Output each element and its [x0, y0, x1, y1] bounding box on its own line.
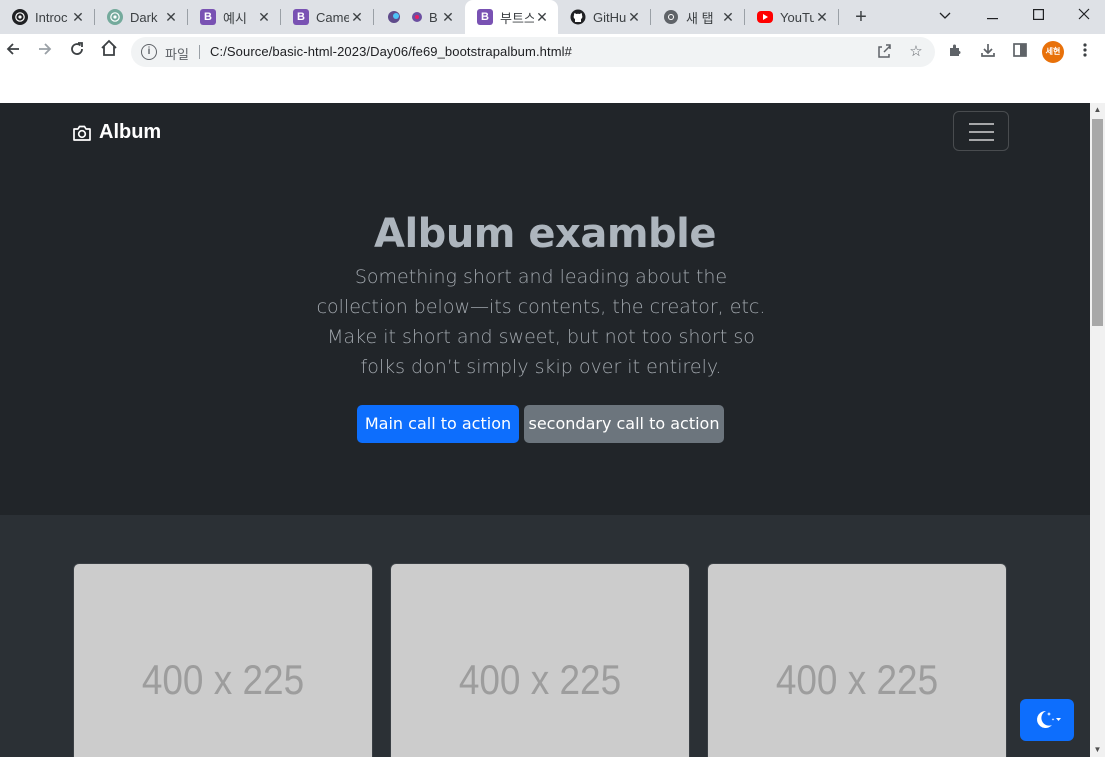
- thumbnail-placeholder: 400 x 225: [458, 656, 622, 703]
- close-icon[interactable]: ✕: [349, 9, 365, 26]
- scroll-down-arrow-icon[interactable]: ▼: [1090, 743, 1105, 757]
- hamburger-icon: [969, 123, 994, 125]
- theme-toggle-button[interactable]: [1020, 699, 1074, 741]
- hero-lead: Something short and leading about the co…: [316, 266, 766, 378]
- tab-strip: Introc ✕ Dark ✕ B 예시 ✕ B Came ✕ B ✕ B 부트…: [0, 0, 1105, 34]
- close-icon[interactable]: ✕: [814, 9, 830, 26]
- tab-came[interactable]: B Came ✕: [281, 0, 373, 34]
- github-icon: [570, 9, 586, 25]
- minimize-icon[interactable]: [969, 0, 1015, 34]
- secondary-cta-button[interactable]: secondary call to action: [524, 405, 724, 443]
- close-icon[interactable]: ✕: [256, 9, 272, 26]
- tab-github[interactable]: GitHu ✕: [558, 0, 650, 34]
- maximize-icon[interactable]: [1015, 0, 1061, 34]
- camera-icon: [73, 125, 91, 141]
- tab-title: Introc: [35, 9, 68, 25]
- tab-title: YouTu: [780, 9, 814, 25]
- album-section: 400 x 225 400 x 225 400 x 225: [0, 515, 1090, 757]
- tab-youtube[interactable]: YouTu ✕: [745, 0, 838, 34]
- tab-title: Came: [316, 9, 349, 25]
- tab-title: B: [429, 9, 438, 25]
- close-icon[interactable]: ✕: [626, 9, 642, 26]
- window-close-icon[interactable]: [1061, 0, 1105, 34]
- star-icon[interactable]: ☆: [907, 43, 925, 61]
- chatgpt-icon: [107, 9, 123, 25]
- page-scrollbar[interactable]: ▲ ▼: [1090, 103, 1105, 757]
- forward-arrow-icon[interactable]: [32, 39, 58, 65]
- tab-example[interactable]: B 예시 ✕: [188, 0, 280, 34]
- browser-toolbar: i 파일 C:/Source/basic-html-2023/Day06/fe6…: [0, 34, 1105, 70]
- extension-icon-2: [409, 9, 425, 25]
- close-icon[interactable]: ✕: [720, 9, 736, 26]
- tab-new-tab[interactable]: 새 탭 ✕: [651, 0, 744, 34]
- side-panel-icon[interactable]: [1010, 42, 1030, 62]
- tab-introc[interactable]: Introc ✕: [0, 0, 94, 34]
- close-icon[interactable]: ✕: [70, 9, 86, 26]
- youtube-icon: [757, 11, 773, 23]
- close-icon[interactable]: ✕: [163, 9, 179, 26]
- download-icon[interactable]: [978, 42, 998, 62]
- hero-section: Album examble Something short and leadin…: [0, 161, 1090, 515]
- extensions-puzzle-icon[interactable]: [946, 42, 966, 62]
- address-bar[interactable]: i 파일 C:/Source/basic-html-2023/Day06/fe6…: [131, 37, 935, 67]
- thumbnail-placeholder: 400 x 225: [141, 656, 305, 703]
- tab-title: GitHu: [593, 9, 626, 25]
- scroll-thumb[interactable]: [1092, 119, 1103, 326]
- close-icon[interactable]: ✕: [534, 9, 550, 26]
- close-icon[interactable]: ✕: [440, 9, 456, 26]
- url-text[interactable]: C:/Source/basic-html-2023/Day06/fe69_boo…: [210, 44, 572, 59]
- tab-title: Dark: [130, 9, 158, 25]
- chatgpt-icon: [12, 9, 28, 25]
- tab-dark[interactable]: Dark ✕: [95, 0, 187, 34]
- album-card: 400 x 225: [390, 563, 690, 757]
- hero-title: Album examble: [374, 211, 716, 257]
- bootstrap-icon: B: [477, 9, 493, 25]
- page-viewport: Album Album examble Something short and …: [0, 103, 1090, 757]
- tab-bootstrap-active[interactable]: B 부트스 ✕: [465, 0, 558, 34]
- tab-title: 예시: [223, 10, 247, 26]
- home-icon[interactable]: [96, 39, 122, 65]
- main-cta-button[interactable]: Main call to action: [357, 405, 519, 443]
- reload-icon[interactable]: [64, 39, 90, 65]
- brand-text: Album: [99, 121, 162, 143]
- navbar-toggler-button[interactable]: [953, 111, 1009, 151]
- thumbnail-placeholder: 400 x 225: [775, 656, 939, 703]
- scroll-up-arrow-icon[interactable]: ▲: [1090, 103, 1105, 117]
- bootstrap-icon: B: [200, 9, 216, 25]
- back-arrow-icon[interactable]: [0, 39, 26, 65]
- extension-icon: [386, 9, 402, 25]
- tab-extension[interactable]: B ✕: [374, 0, 464, 34]
- tab-title: 새 탭: [686, 10, 714, 26]
- new-tab-plus-icon[interactable]: +: [849, 4, 873, 30]
- tab-title: 부트스: [500, 10, 534, 26]
- album-card: 400 x 225: [707, 563, 1007, 757]
- tab-search-chevron-icon[interactable]: [922, 0, 968, 34]
- bootstrap-icon: B: [293, 9, 309, 25]
- album-card: 400 x 225: [73, 563, 373, 757]
- more-menu-icon[interactable]: [1075, 42, 1095, 62]
- brand-link[interactable]: Album: [72, 121, 161, 144]
- info-icon[interactable]: i: [141, 44, 157, 60]
- chrome-icon: [663, 9, 679, 25]
- profile-avatar[interactable]: 세현: [1042, 41, 1064, 63]
- navbar: Album: [0, 103, 1090, 161]
- scheme-label: 파일: [165, 47, 189, 62]
- share-icon[interactable]: [875, 43, 893, 61]
- moon-stars-icon: [1037, 710, 1061, 728]
